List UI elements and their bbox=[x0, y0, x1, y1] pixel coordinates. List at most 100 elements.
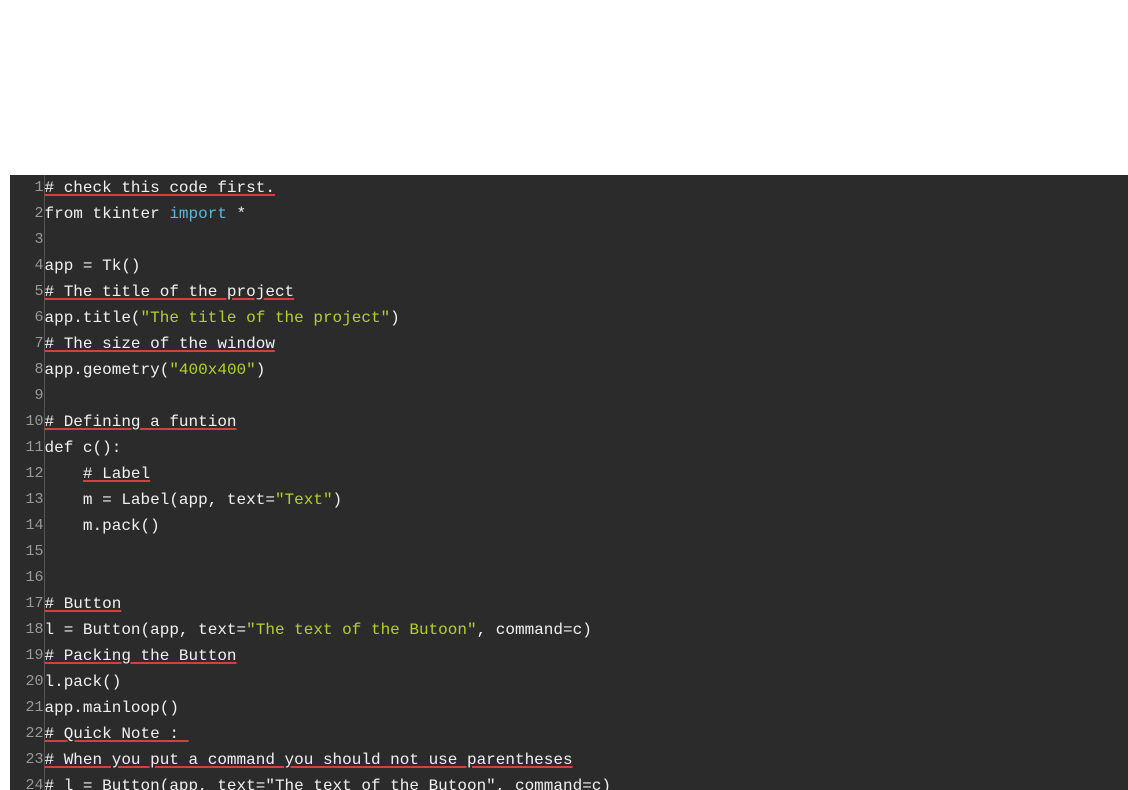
code-content[interactable]: m.pack() bbox=[44, 513, 1128, 539]
code-token: app = Tk() bbox=[45, 257, 141, 275]
line-number: 23 bbox=[10, 747, 44, 773]
line-number: 19 bbox=[10, 643, 44, 669]
code-token: "The title of the project" bbox=[141, 309, 391, 327]
code-token: from tkinter bbox=[45, 205, 170, 223]
code-token: # Packing the Button bbox=[45, 647, 237, 665]
code-token: # When you put a command you should not … bbox=[45, 751, 573, 769]
line-number: 9 bbox=[10, 383, 44, 409]
line-number: 4 bbox=[10, 253, 44, 279]
code-line[interactable]: 7# The size of the window bbox=[10, 331, 1128, 357]
code-line[interactable]: 24# l = Button(app, text="The text of th… bbox=[10, 773, 1128, 790]
code-content[interactable]: m = Label(app, text="Text") bbox=[44, 487, 1128, 513]
code-token: app.geometry( bbox=[45, 361, 170, 379]
code-content[interactable]: app.mainloop() bbox=[44, 695, 1128, 721]
line-number: 10 bbox=[10, 409, 44, 435]
code-line[interactable]: 18l = Button(app, text="The text of the … bbox=[10, 617, 1128, 643]
line-number: 15 bbox=[10, 539, 44, 565]
code-token: * bbox=[227, 205, 246, 223]
line-number: 8 bbox=[10, 357, 44, 383]
code-token: # Label bbox=[83, 465, 150, 483]
code-content[interactable] bbox=[44, 383, 1128, 409]
code-content[interactable]: # Quick Note : bbox=[44, 721, 1128, 747]
line-number: 21 bbox=[10, 695, 44, 721]
code-content[interactable] bbox=[44, 565, 1128, 591]
code-token: "400x400" bbox=[169, 361, 255, 379]
code-content[interactable]: app.geometry("400x400") bbox=[44, 357, 1128, 383]
code-content[interactable]: def c(): bbox=[44, 435, 1128, 461]
code-line[interactable]: 1# check this code first. bbox=[10, 175, 1128, 201]
code-token: def c(): bbox=[45, 439, 122, 457]
line-number: 3 bbox=[10, 227, 44, 253]
code-token: # The title of the project bbox=[45, 283, 295, 301]
line-number: 22 bbox=[10, 721, 44, 747]
code-line[interactable]: 6app.title("The title of the project") bbox=[10, 305, 1128, 331]
line-number: 6 bbox=[10, 305, 44, 331]
code-line[interactable]: 22# Quick Note : bbox=[10, 721, 1128, 747]
code-line[interactable]: 20l.pack() bbox=[10, 669, 1128, 695]
code-token: l = Button(app, text= bbox=[45, 621, 247, 639]
line-number: 16 bbox=[10, 565, 44, 591]
code-token: , command=c) bbox=[477, 621, 592, 639]
code-line[interactable]: 19# Packing the Button bbox=[10, 643, 1128, 669]
line-number: 14 bbox=[10, 513, 44, 539]
code-editor[interactable]: 1# check this code first.2from tkinter i… bbox=[10, 175, 1128, 790]
code-line[interactable]: 3 bbox=[10, 227, 1128, 253]
line-number: 5 bbox=[10, 279, 44, 305]
line-number: 1 bbox=[10, 175, 44, 201]
code-token bbox=[45, 465, 83, 483]
line-number: 7 bbox=[10, 331, 44, 357]
code-content[interactable]: # check this code first. bbox=[44, 175, 1128, 201]
code-token: app.title( bbox=[45, 309, 141, 327]
code-line[interactable]: 10# Defining a funtion bbox=[10, 409, 1128, 435]
code-line[interactable]: 13 m = Label(app, text="Text") bbox=[10, 487, 1128, 513]
line-number: 12 bbox=[10, 461, 44, 487]
code-token: # Button bbox=[45, 595, 122, 613]
line-number: 24 bbox=[10, 773, 44, 790]
code-token: ) bbox=[390, 309, 400, 327]
code-content[interactable]: # The size of the window bbox=[44, 331, 1128, 357]
code-line[interactable]: 9 bbox=[10, 383, 1128, 409]
code-line[interactable]: 14 m.pack() bbox=[10, 513, 1128, 539]
code-line[interactable]: 11def c(): bbox=[10, 435, 1128, 461]
code-line[interactable]: 8app.geometry("400x400") bbox=[10, 357, 1128, 383]
code-token: l.pack() bbox=[45, 673, 122, 691]
code-token: # The size of the window bbox=[45, 335, 275, 353]
code-content[interactable]: # Button bbox=[44, 591, 1128, 617]
code-token: ) bbox=[333, 491, 343, 509]
line-number: 2 bbox=[10, 201, 44, 227]
code-line[interactable]: 16 bbox=[10, 565, 1128, 591]
code-content[interactable]: app = Tk() bbox=[44, 253, 1128, 279]
code-token: m.pack() bbox=[45, 517, 160, 535]
code-token: app.mainloop() bbox=[45, 699, 179, 717]
code-content[interactable]: l.pack() bbox=[44, 669, 1128, 695]
line-number: 20 bbox=[10, 669, 44, 695]
code-token: # Defining a funtion bbox=[45, 413, 237, 431]
code-line[interactable]: 2from tkinter import * bbox=[10, 201, 1128, 227]
code-token: # check this code first. bbox=[45, 179, 275, 197]
code-content[interactable]: # When you put a command you should not … bbox=[44, 747, 1128, 773]
code-line[interactable]: 21app.mainloop() bbox=[10, 695, 1128, 721]
code-content[interactable] bbox=[44, 539, 1128, 565]
code-content[interactable]: # Label bbox=[44, 461, 1128, 487]
code-content[interactable] bbox=[44, 227, 1128, 253]
code-token: # Quick Note : bbox=[45, 725, 189, 743]
code-content[interactable]: # Packing the Button bbox=[44, 643, 1128, 669]
code-content[interactable]: app.title("The title of the project") bbox=[44, 305, 1128, 331]
code-line[interactable]: 15 bbox=[10, 539, 1128, 565]
code-line[interactable]: 4app = Tk() bbox=[10, 253, 1128, 279]
code-line[interactable]: 23# When you put a command you should no… bbox=[10, 747, 1128, 773]
code-content[interactable]: # The title of the project bbox=[44, 279, 1128, 305]
code-content[interactable]: l = Button(app, text="The text of the Bu… bbox=[44, 617, 1128, 643]
code-token: import bbox=[169, 205, 227, 223]
code-line[interactable]: 17# Button bbox=[10, 591, 1128, 617]
code-token: ) bbox=[256, 361, 266, 379]
code-table: 1# check this code first.2from tkinter i… bbox=[10, 175, 1128, 790]
code-line[interactable]: 5# The title of the project bbox=[10, 279, 1128, 305]
line-number: 17 bbox=[10, 591, 44, 617]
code-content[interactable]: from tkinter import * bbox=[44, 201, 1128, 227]
code-content[interactable]: # l = Button(app, text="The text of the … bbox=[44, 773, 1128, 790]
code-content[interactable]: # Defining a funtion bbox=[44, 409, 1128, 435]
code-line[interactable]: 12 # Label bbox=[10, 461, 1128, 487]
line-number: 18 bbox=[10, 617, 44, 643]
code-token: # l = Button(app, text="The text of the … bbox=[45, 777, 612, 790]
